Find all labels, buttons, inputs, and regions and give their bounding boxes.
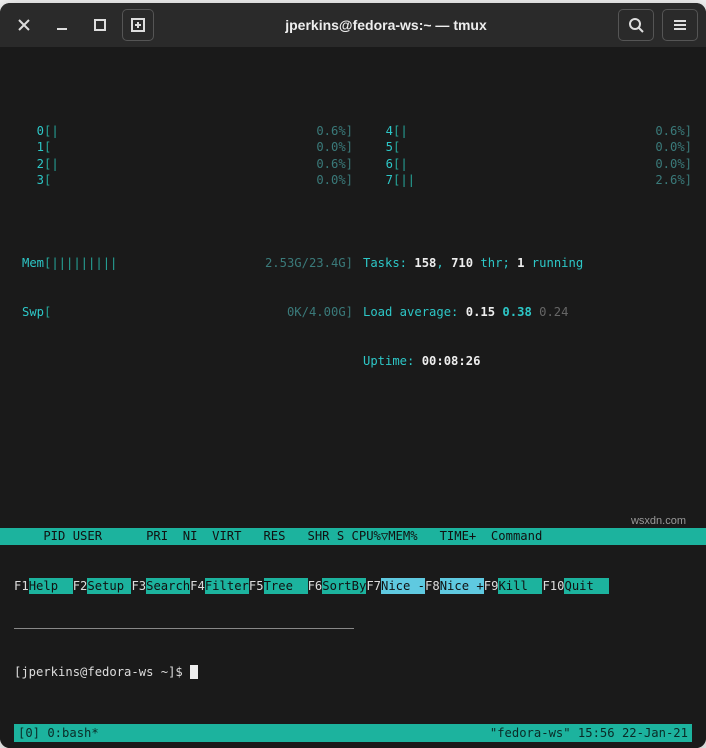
close-button[interactable] [8,9,40,41]
fn-key-f4[interactable]: F4 [190,578,205,594]
minimize-button[interactable] [46,9,78,41]
fn-key-f3[interactable]: F3 [131,578,146,594]
cpu-meter-1: 1[0.0%] [14,139,353,155]
fn-label-setup[interactable]: Setup [87,578,131,594]
cursor-icon [190,665,198,679]
fn-key-f8[interactable]: F8 [425,578,440,594]
fn-key-f5[interactable]: F5 [249,578,264,594]
fn-key-f10[interactable]: F10 [542,578,564,594]
fn-label-nice--[interactable]: Nice - [381,578,425,594]
load-line: Load average: 0.15 0.38 0.24 [363,304,692,320]
swp-meter: Swp[0K/4.00G] [14,304,353,320]
cpu-meter-2: 2[|0.6%] [14,156,353,172]
cpu-meter-5: 5[0.0%] [363,139,692,155]
uptime-line: Uptime: 00:08:26 [363,353,692,369]
search-button[interactable] [618,9,654,41]
shell-prompt[interactable]: [jperkins@fedora-ws ~]$ [0,662,706,682]
fn-label-help[interactable]: Help [29,578,73,594]
mem-meter: Mem[|||||||||2.53G/23.4G] [14,255,353,271]
htop-columns-header[interactable]: PID USER PRI NI VIRT RES SHR S CPU%▽MEM%… [0,528,706,544]
cpu-meter-0: 0[|0.6%] [14,123,353,139]
fn-label-search[interactable]: Search [146,578,190,594]
cpu-meter-7: 7[||2.6%] [363,172,692,188]
fn-label-nice-+[interactable]: Nice + [440,578,484,594]
watermark: wsxdn.com [631,515,686,527]
titlebar: jperkins@fedora-ws:~ — tmux [0,3,706,47]
htop-function-keys: F1Help F2Setup F3SearchF4FilterF5Tree F6… [0,578,706,594]
fn-label-filter[interactable]: Filter [205,578,249,594]
htop-output: 0[|0.6%]1[0.0%]2[|0.6%]3[0.0%] 4[|0.6%]5… [0,90,706,475]
tmux-status-right: "fedora-ws" 15:56 22-Jan-21 [490,725,688,741]
cpu-meter-6: 6[|0.0%] [363,156,692,172]
tasks-line: Tasks: 158, 710 thr; 1 running [363,255,692,271]
fn-label-quit[interactable]: Quit [564,578,608,594]
terminal-window: jperkins@fedora-ws:~ — tmux 0[|0.6%]1[0.… [0,3,706,748]
fn-key-f6[interactable]: F6 [308,578,323,594]
terminal-body[interactable]: 0[|0.6%]1[0.0%]2[|0.6%]3[0.0%] 4[|0.6%]5… [0,47,706,748]
fn-label-kill[interactable]: Kill [498,578,542,594]
window-title: jperkins@fedora-ws:~ — tmux [160,17,612,33]
fn-label-tree[interactable]: Tree [264,578,308,594]
new-tab-button[interactable] [122,9,154,41]
fn-key-f9[interactable]: F9 [484,578,499,594]
cpu-meter-4: 4[|0.6%] [363,123,692,139]
tmux-status-bar: [0] 0:bash* "fedora-ws" 15:56 22-Jan-21 [14,724,692,742]
fn-key-f1[interactable]: F1 [14,578,29,594]
fn-label-sortby[interactable]: SortBy [322,578,366,594]
tmux-status-left: [0] 0:bash* [18,725,99,741]
menu-button[interactable] [662,9,698,41]
fn-key-f7[interactable]: F7 [366,578,381,594]
cpu-meter-3: 3[0.0%] [14,172,353,188]
fn-key-f2[interactable]: F2 [73,578,88,594]
maximize-button[interactable] [84,9,116,41]
pane-divider [14,628,354,629]
